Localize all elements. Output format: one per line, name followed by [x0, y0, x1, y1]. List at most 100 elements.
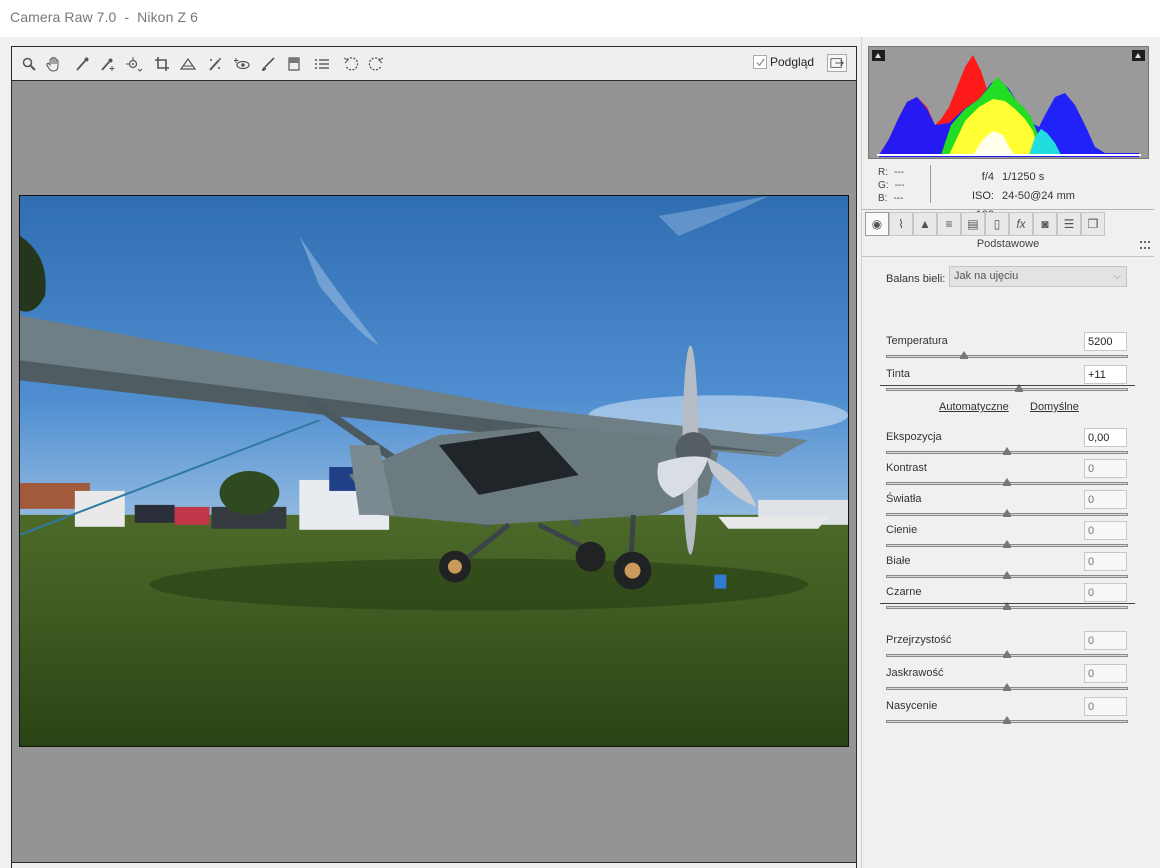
ekspozycja-slider-thumb[interactable]	[1003, 447, 1011, 455]
nasycenie-value-field[interactable]: 0	[1084, 697, 1127, 716]
camera-calibration-icon[interactable]: ◙	[1033, 212, 1057, 236]
tinta-slider-track[interactable]	[886, 384, 1128, 392]
tool-bar: Podgląd	[12, 47, 856, 81]
auto-button[interactable]: Automatyczne	[939, 401, 1009, 413]
preview-footer-edge	[12, 862, 856, 868]
airplane-photo	[20, 196, 848, 746]
hsl-icon[interactable]: ≡	[937, 212, 961, 236]
adjustment-panel: R:--- G:--- B:--- f/41/1250 s ISO: 10024…	[861, 37, 1154, 868]
rotate-left-icon[interactable]	[342, 55, 360, 73]
kontrast-label: Kontrast	[886, 462, 927, 474]
rotate-right-icon[interactable]	[367, 55, 385, 73]
red-eye-icon[interactable]	[233, 55, 251, 73]
preview-checkbox[interactable]: Podgląd	[753, 55, 814, 69]
cienie-label: Cienie	[886, 524, 918, 536]
preview-label: Podgląd	[770, 55, 815, 69]
ekspozycja-label: Ekspozycja	[886, 431, 942, 443]
group-divider	[880, 603, 1135, 604]
hand-tool-icon[interactable]	[45, 55, 63, 73]
graduated-filter-icon[interactable]	[285, 55, 303, 73]
ekspozycja-slider-track[interactable]	[886, 447, 1128, 455]
nasycenie-slider-track[interactable]	[886, 716, 1128, 724]
kontrast-slider-track[interactable]	[886, 478, 1128, 486]
jaskrawosc-value-field[interactable]: 0	[1084, 664, 1127, 683]
snapshots-icon[interactable]: ❐	[1081, 212, 1105, 236]
swiatla-label: Światła	[886, 493, 922, 505]
title-bar: Camera Raw 7.0 - Nikon Z 6	[0, 0, 1160, 37]
swiatla-slider-track[interactable]	[886, 509, 1128, 517]
white-balance-select[interactable]: Jak na ujęciu ⌵	[949, 266, 1127, 287]
adjustment-brush-icon[interactable]	[259, 55, 277, 73]
przejrzystosc-value-field[interactable]: 0	[1084, 631, 1127, 650]
panel-header: Podstawowe	[862, 237, 1154, 255]
straighten-tool-icon[interactable]	[179, 55, 197, 73]
biale-slider-track[interactable]	[886, 571, 1128, 579]
rgb-readout: R: --- G: --- B: ---	[878, 166, 905, 205]
white-balance-tool-icon[interactable]	[73, 55, 91, 73]
biale-slider-thumb[interactable]	[1003, 571, 1011, 579]
tinta-value-field[interactable]: +11	[1084, 365, 1127, 384]
kontrast-value-field[interactable]: 0	[1084, 459, 1127, 478]
g-value: ---	[894, 180, 905, 191]
czarne-value-field[interactable]: 0	[1084, 583, 1127, 602]
biale-label: Białe	[886, 555, 911, 567]
cienie-value-field[interactable]: 0	[1084, 521, 1127, 540]
shadow-clipping-warning-button[interactable]	[872, 50, 885, 61]
ekspozycja-value-field[interactable]: 0,00	[1084, 428, 1127, 447]
chevron-down-icon: ⌵	[1113, 271, 1121, 282]
white-balance-label: Balans bieli:	[886, 273, 946, 285]
panel-tabs: ◉ ⌇ ▲ ≡ ▤ ▯ fx ◙ ☰ ❐	[862, 210, 1154, 237]
presets-list-icon[interactable]	[313, 55, 331, 73]
przejrzystosc-slider-thumb[interactable]	[1003, 650, 1011, 658]
info-readout: R:--- G:--- B:--- f/41/1250 s ISO: 10024…	[868, 161, 1149, 221]
effects-icon[interactable]: fx	[1009, 212, 1033, 236]
crop-tool-icon[interactable]	[153, 55, 171, 73]
przejrzystosc-label: Przejrzystość	[886, 634, 952, 646]
czarne-label: Czarne	[886, 586, 922, 598]
targeted-adjustment-icon[interactable]	[125, 55, 143, 73]
jaskrawosc-slider-thumb[interactable]	[1003, 683, 1011, 691]
aperture-value: f/4	[981, 171, 994, 183]
jaskrawosc-label: Jaskrawość	[886, 667, 944, 679]
panel-title: Podstawowe	[976, 238, 1040, 250]
readout-divider	[930, 165, 931, 203]
preview-pane: Podgląd	[11, 46, 857, 868]
biale-value-field[interactable]: 0	[1084, 552, 1127, 571]
window-title: Camera Raw 7.0 - Nikon Z 6	[10, 9, 198, 25]
r-label: R:	[878, 167, 888, 178]
default-button[interactable]: Domyślne	[1030, 401, 1079, 413]
panel-menu-icon[interactable]	[1140, 241, 1150, 249]
checkbox-box[interactable]	[753, 55, 767, 69]
kontrast-slider-thumb[interactable]	[1003, 478, 1011, 486]
czarne-slider-track[interactable]	[886, 602, 1128, 610]
temperatura-value-field[interactable]: 5200	[1084, 332, 1127, 351]
cienie-slider-track[interactable]	[886, 540, 1128, 548]
preview-image[interactable]	[19, 195, 849, 747]
highlight-clipping-warning-button[interactable]	[1132, 50, 1145, 61]
temperatura-slider-thumb[interactable]	[959, 351, 968, 359]
swiatla-value-field[interactable]: 0	[1084, 490, 1127, 509]
histogram-graph	[877, 55, 1141, 157]
cienie-slider-thumb[interactable]	[1003, 540, 1011, 548]
group-divider	[880, 385, 1135, 386]
nasycenie-label: Nasycenie	[886, 700, 938, 712]
detail-icon[interactable]: ▲	[913, 212, 937, 236]
color-sampler-icon[interactable]	[98, 55, 116, 73]
presets-icon[interactable]: ☰	[1057, 212, 1081, 236]
camera-raw-window: Podgląd R: --- G: --- B: --- f/4 1/1250 …	[0, 37, 1160, 868]
zoom-tool-icon[interactable]	[20, 55, 38, 73]
split-toning-icon[interactable]: ▤	[961, 212, 985, 236]
lens-corrections-icon[interactable]: ▯	[985, 212, 1009, 236]
temperatura-slider-track[interactable]	[886, 351, 1128, 359]
spot-removal-icon[interactable]	[206, 55, 224, 73]
jaskrawosc-slider-track[interactable]	[886, 683, 1128, 691]
nasycenie-slider-thumb[interactable]	[1003, 716, 1011, 724]
swiatla-slider-thumb[interactable]	[1003, 509, 1011, 517]
basic-panel: Balans bieli: Jak na ujęciu ⌵ Temperatur…	[862, 256, 1154, 868]
basic-icon[interactable]: ◉	[865, 212, 889, 236]
tinta-label: Tinta	[886, 368, 911, 380]
fullscreen-toggle-button[interactable]	[827, 54, 847, 72]
tone-curve-icon[interactable]: ⌇	[889, 212, 913, 236]
histogram	[868, 46, 1149, 159]
przejrzystosc-slider-track[interactable]	[886, 650, 1128, 658]
